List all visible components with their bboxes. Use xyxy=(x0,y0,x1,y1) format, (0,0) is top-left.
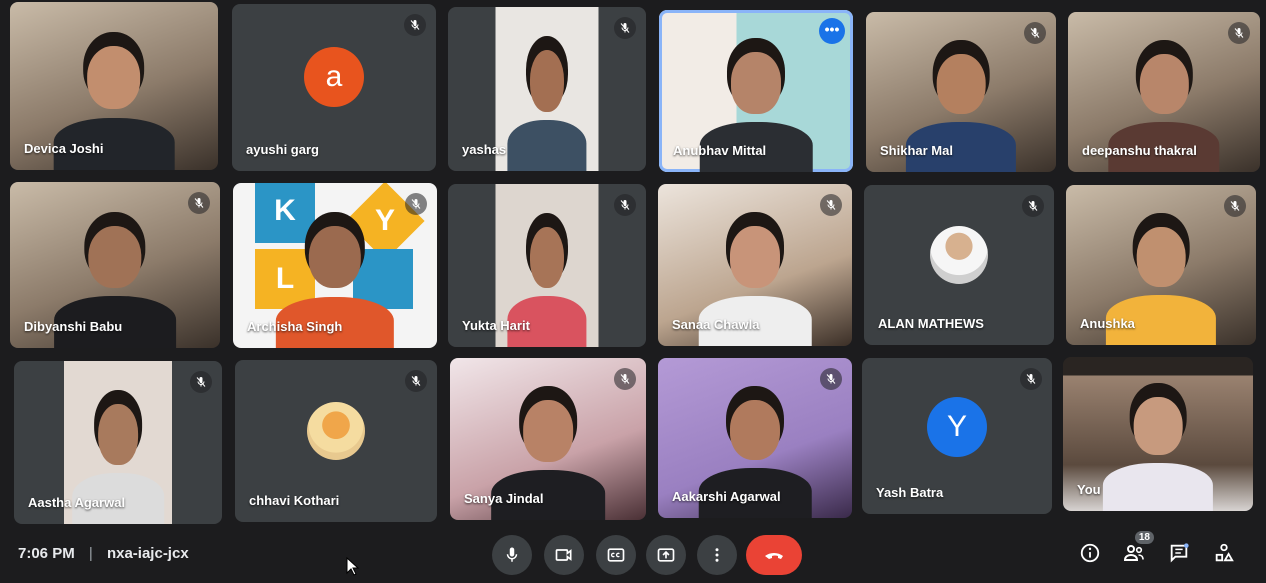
leave-call-button[interactable] xyxy=(746,535,802,575)
participant-name: Anushka xyxy=(1080,316,1135,331)
participant-tile[interactable]: Yukta Harit xyxy=(448,184,646,347)
participant-name: ayushi garg xyxy=(246,142,319,157)
participant-name: Aastha Agarwal xyxy=(28,495,126,510)
participant-name: Aakarshi Agarwal xyxy=(672,489,781,504)
participant-name: Yash Batra xyxy=(876,485,944,500)
participant-name: Anubhav Mittal xyxy=(673,143,767,158)
more-options-button[interactable]: ••• xyxy=(819,18,845,44)
participant-name: Archisha Singh xyxy=(247,319,343,334)
info-icon xyxy=(1080,543,1100,563)
mic-muted-icon xyxy=(1224,195,1246,217)
participant-name: Shikhar Mal xyxy=(880,143,953,158)
participant-tile[interactable]: Anushka xyxy=(1066,185,1256,345)
participant-tile[interactable]: yashas xyxy=(448,7,646,171)
participant-tile[interactable]: chhavi Kothari xyxy=(235,360,437,522)
meeting-time: 7:06 PM xyxy=(18,545,75,562)
participant-tile[interactable]: Shikhar Mal xyxy=(866,12,1056,172)
present-screen-icon xyxy=(657,548,675,562)
avatar xyxy=(307,402,365,461)
participant-tile[interactable]: Devica Joshi xyxy=(10,2,218,170)
avatar: Y xyxy=(927,396,987,457)
mic-muted-icon xyxy=(1024,22,1046,44)
mic-muted-icon xyxy=(1020,368,1042,390)
participant-tile[interactable]: K Y L Archisha Singh xyxy=(233,183,437,348)
participant-name: deepanshu thakral xyxy=(1082,143,1197,158)
meeting-details-button[interactable] xyxy=(1074,537,1106,569)
chat-icon xyxy=(1170,543,1189,563)
mouse-cursor-icon xyxy=(346,557,360,576)
people-icon xyxy=(1123,545,1144,561)
participant-video xyxy=(507,37,587,171)
mic-muted-icon xyxy=(405,193,427,215)
control-bar: 7:06 PM | nxa-iajc-jcx 18 xyxy=(0,527,1266,583)
participant-name: ALAN MATHEWS xyxy=(878,316,984,331)
mic-muted-icon xyxy=(820,368,842,390)
mic-muted-icon xyxy=(404,14,426,36)
chat-button[interactable] xyxy=(1163,537,1195,569)
camera-button[interactable] xyxy=(544,535,584,575)
participant-tile[interactable]: deepanshu thakral xyxy=(1068,12,1260,172)
activities-button[interactable] xyxy=(1208,537,1240,569)
participant-name: Yukta Harit xyxy=(462,318,530,333)
participant-name: You xyxy=(1077,482,1101,497)
participant-tile[interactable]: ALAN MATHEWS xyxy=(864,185,1054,345)
mic-muted-icon xyxy=(405,370,427,392)
participant-name: Sanya Jindal xyxy=(464,491,544,506)
mic-muted-icon xyxy=(614,194,636,216)
captions-icon xyxy=(607,548,625,562)
mic-muted-icon xyxy=(614,17,636,39)
hang-up-icon xyxy=(765,553,783,559)
mic-muted-icon xyxy=(1022,195,1044,217)
microphone-button[interactable] xyxy=(492,535,532,575)
meeting-info: 7:06 PM | nxa-iajc-jcx xyxy=(18,545,189,562)
camera-icon xyxy=(555,549,572,561)
separator: | xyxy=(88,545,93,562)
more-vert-icon xyxy=(715,548,719,562)
participant-tile[interactable]: Aastha Agarwal xyxy=(14,361,222,524)
participant-name: Dibyanshi Babu xyxy=(24,319,123,334)
participant-tile[interactable]: Dibyanshi Babu xyxy=(10,182,220,348)
mic-muted-icon xyxy=(820,194,842,216)
participant-tile[interactable]: Aakarshi Agarwal xyxy=(658,358,852,518)
participant-name: yashas xyxy=(462,142,507,157)
more-options-button[interactable] xyxy=(697,535,737,575)
people-button[interactable]: 18 xyxy=(1118,531,1154,569)
participant-name: chhavi Kothari xyxy=(249,493,340,508)
participant-tile[interactable]: Sanya Jindal xyxy=(450,358,646,520)
mic-muted-icon xyxy=(1228,22,1250,44)
participant-name: Sanaa Chawla xyxy=(672,317,760,332)
avatar: a xyxy=(304,47,364,108)
mic-muted-icon xyxy=(188,192,210,214)
meeting-code: nxa-iajc-jcx xyxy=(106,545,189,562)
avatar xyxy=(930,226,988,285)
participant-tile-active[interactable]: Anubhav Mittal ••• xyxy=(659,10,853,172)
participant-tile[interactable]: Y Yash Batra xyxy=(862,358,1052,514)
participant-name: Devica Joshi xyxy=(24,141,104,156)
microphone-icon xyxy=(506,547,518,562)
participant-count-badge: 18 xyxy=(1134,531,1154,544)
mic-muted-icon xyxy=(614,368,636,390)
mic-muted-icon xyxy=(190,371,212,393)
self-video xyxy=(1102,385,1214,511)
participant-tile[interactable]: Sanaa Chawla xyxy=(658,184,852,346)
participant-tile[interactable]: a ayushi garg xyxy=(232,4,436,171)
captions-button[interactable] xyxy=(596,535,636,575)
activities-icon xyxy=(1215,543,1234,562)
self-view-tile[interactable]: You xyxy=(1063,357,1253,511)
present-button[interactable] xyxy=(646,535,686,575)
